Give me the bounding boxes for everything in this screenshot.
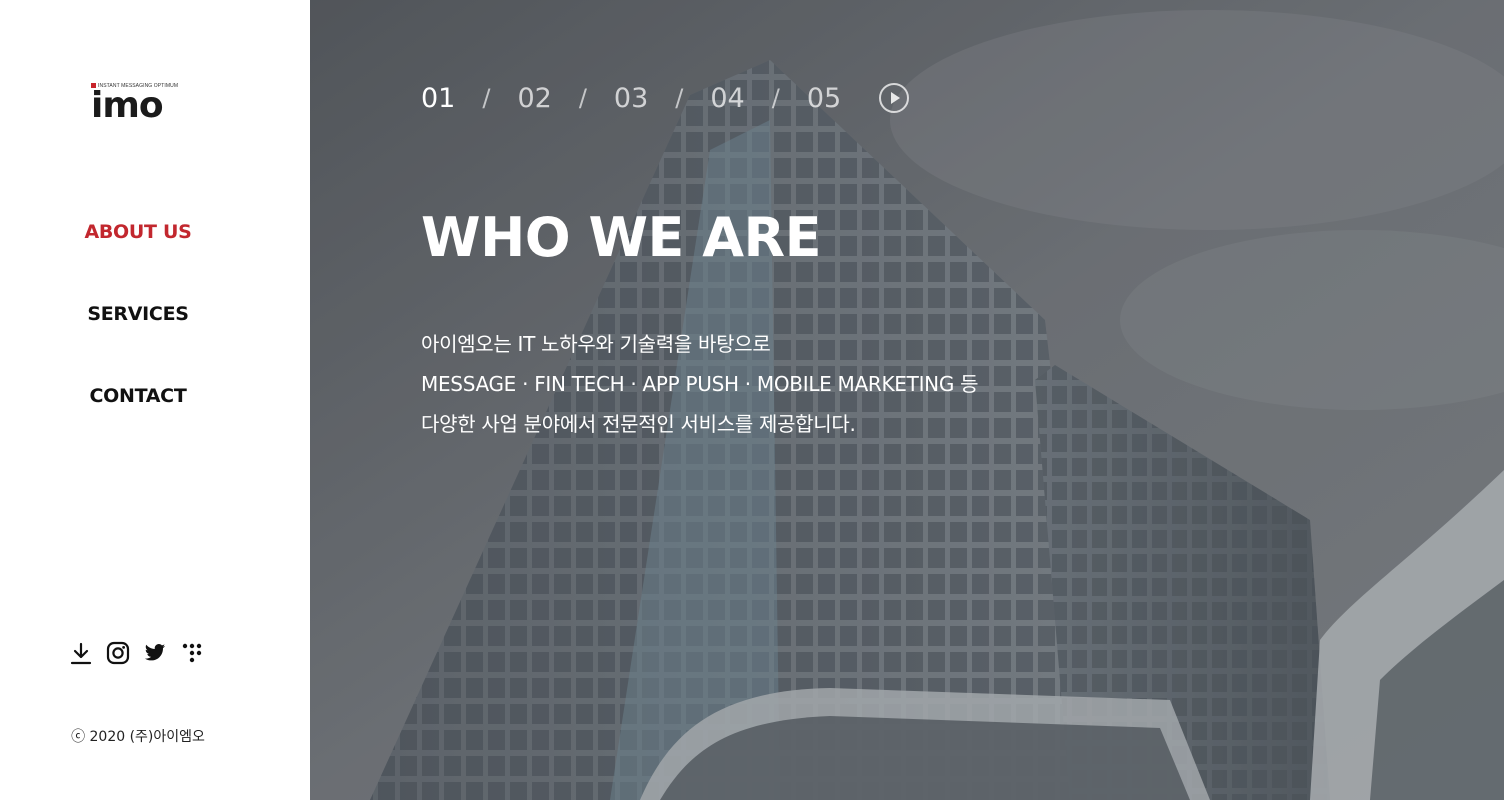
nav-item-about-us[interactable]: ABOUT US (0, 216, 276, 248)
slide-indicator-05[interactable]: 05 (807, 83, 841, 114)
slide-indicator-02[interactable]: 02 (517, 83, 551, 114)
logo[interactable]: INSTANT MESSAGING OPTIMUM imo (91, 83, 187, 125)
download-icon[interactable] (69, 641, 93, 665)
slide-separator: / (675, 84, 684, 112)
play-icon (891, 92, 901, 104)
social-links (69, 640, 204, 666)
hero-description: 아이엠오는 IT 노하우와 기술력을 바탕으로 MESSAGE · FIN TE… (421, 328, 978, 448)
slide-separator: / (578, 84, 587, 112)
hero-description-line: MESSAGE · FIN TECH · APP PUSH · MOBILE M… (421, 372, 979, 396)
instagram-icon[interactable] (106, 641, 130, 665)
play-button[interactable] (879, 83, 910, 113)
hero-description-line: 아이엠오는 IT 노하우와 기술력을 바탕으로 (421, 332, 771, 356)
slide-pagination: 01 / 02 / 03 / 04 / 05 (421, 78, 910, 118)
twitter-icon[interactable] (143, 641, 167, 665)
dots-icon[interactable] (180, 641, 204, 665)
nav-item-services[interactable]: SERVICES (0, 298, 276, 330)
slide-indicator-03[interactable]: 03 (614, 83, 648, 114)
hero-title: WHO WE ARE (421, 206, 821, 269)
slide-separator: / (482, 84, 491, 112)
slide-separator: / (771, 84, 780, 112)
copyright: ⓒ 2020 (주)아이엠오 (71, 729, 205, 745)
nav-item-contact[interactable]: CONTACT (0, 380, 276, 412)
sidebar: INSTANT MESSAGING OPTIMUM imo ABOUT US S… (0, 0, 310, 800)
slide-indicator-04[interactable]: 04 (710, 83, 744, 114)
logo-wordmark: imo (91, 85, 164, 126)
hero-description-line: 다양한 사업 분야에서 전문적인 서비스를 제공합니다. (421, 412, 856, 436)
slide-indicator-01[interactable]: 01 (421, 83, 455, 114)
hero-section: 01 / 02 / 03 / 04 / 05 WHO WE ARE 아이엠오는 … (310, 0, 1504, 800)
main-nav: ABOUT US SERVICES CONTACT (0, 216, 276, 462)
